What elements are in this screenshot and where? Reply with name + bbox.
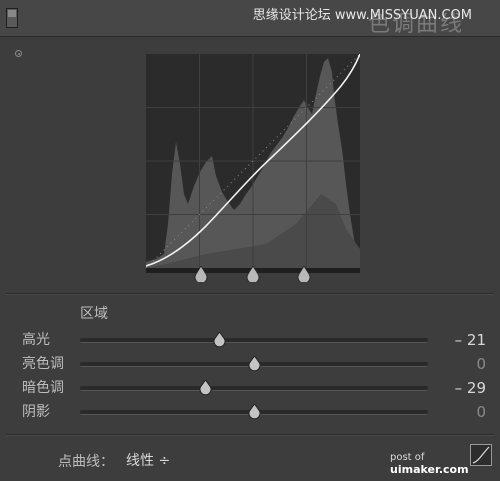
target-adjustment-icon[interactable] — [15, 50, 22, 57]
split-point-highlights-handle[interactable] — [297, 266, 311, 282]
slider-row: 亮色调 0 — [0, 354, 500, 376]
split-point-midtones-handle[interactable] — [246, 266, 260, 282]
slider-label: 高光 — [22, 332, 50, 348]
slider-track[interactable] — [80, 356, 428, 371]
section-divider-highlight — [6, 294, 494, 295]
curve-edit-glyph — [472, 446, 490, 464]
slider-thumb[interactable] — [248, 404, 261, 419]
slider-track[interactable] — [80, 404, 428, 419]
slider-label: 暗色调 — [22, 380, 64, 396]
split-point-shadows-handle[interactable] — [194, 266, 208, 282]
slider-row: 高光 – 21 — [0, 330, 500, 352]
slider-value[interactable]: 0 — [426, 402, 486, 422]
point-curve-select[interactable]: 线性 ÷ — [126, 450, 170, 470]
footer-divider-highlight — [6, 435, 494, 436]
slider-thumb[interactable] — [213, 332, 226, 347]
slider-value[interactable]: – 29 — [426, 378, 486, 398]
credit-site: uimaker.com — [390, 463, 469, 476]
point-curve-label: 点曲线： — [58, 454, 114, 470]
slider-thumb[interactable] — [248, 356, 261, 371]
slider-value[interactable]: 0 — [426, 354, 486, 374]
slider-track[interactable] — [80, 380, 428, 395]
tone-curve-graph[interactable] — [146, 54, 360, 268]
slider-row: 阴影 0 — [0, 402, 500, 424]
slider-row: 暗色调 – 29 — [0, 378, 500, 400]
slider-track[interactable] — [80, 332, 428, 347]
slider-value[interactable]: – 21 — [426, 330, 486, 350]
credit-prefix: post of — [390, 452, 425, 463]
panel-toggle-switch[interactable] — [6, 8, 18, 28]
slider-label: 阴影 — [22, 404, 50, 420]
tone-curve-svg — [146, 54, 360, 268]
panel-header: 色调曲线 思缘设计论坛 www.MISSYUAN.COM — [0, 0, 500, 37]
slider-label: 亮色调 — [22, 356, 64, 372]
slider-thumb[interactable] — [199, 380, 212, 395]
curve-edit-icon[interactable] — [470, 444, 492, 466]
region-section-label: 区域 — [80, 306, 108, 322]
watermark-text: 思缘设计论坛 www.MISSYUAN.COM — [252, 8, 472, 23]
